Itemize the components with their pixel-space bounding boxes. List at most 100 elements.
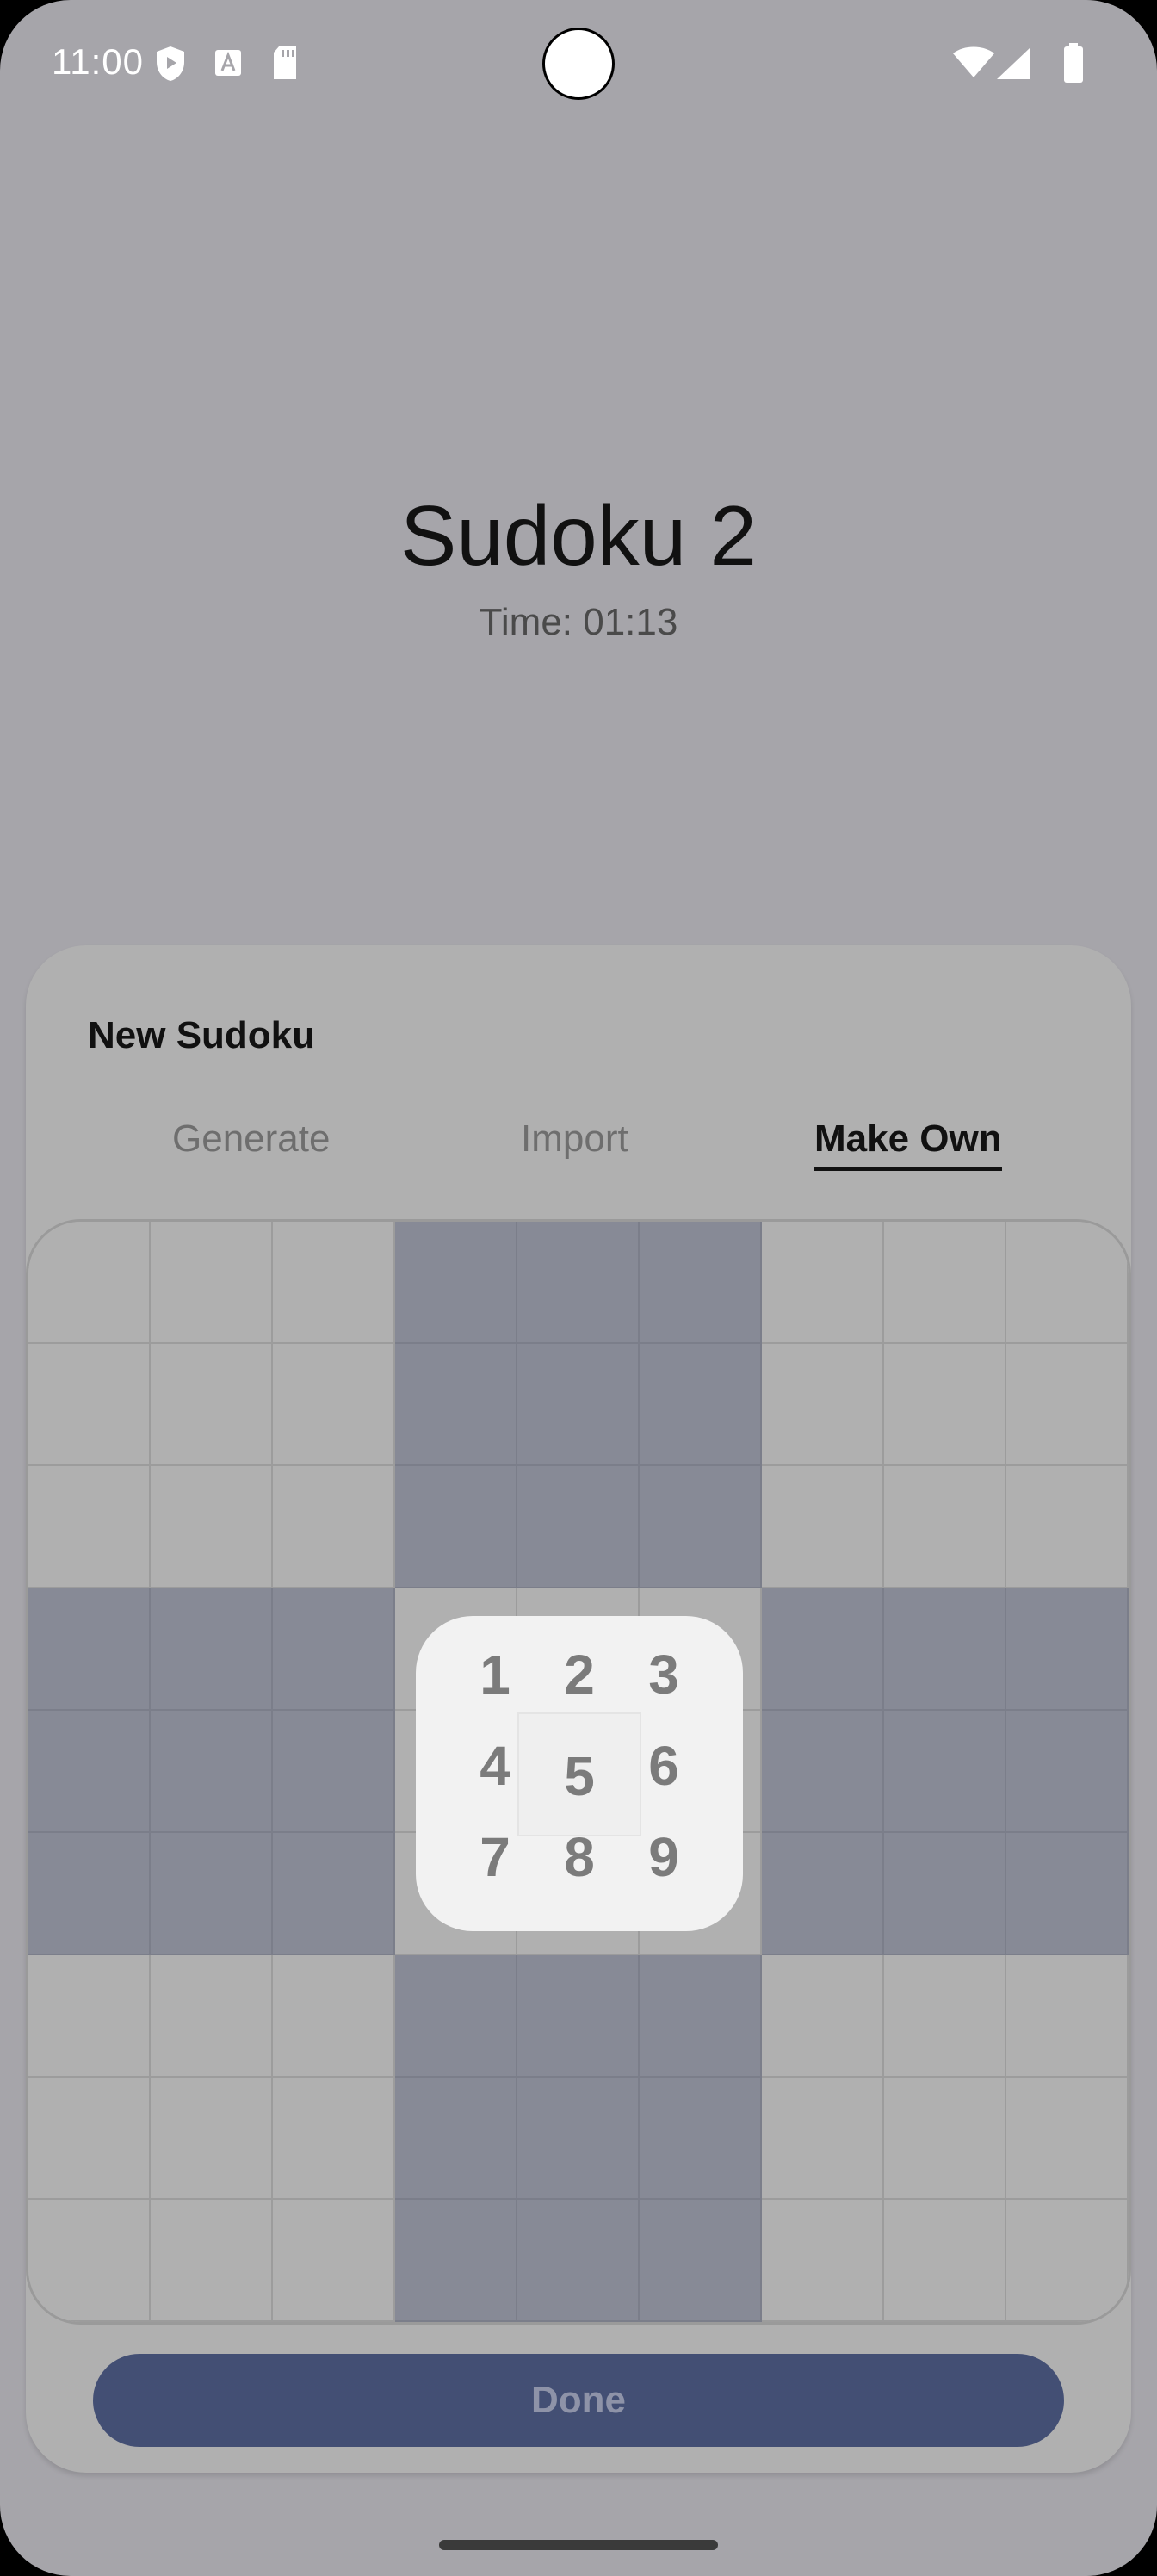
game-timer: Time: 01:13 xyxy=(479,601,678,643)
grid-cell[interactable] xyxy=(151,1222,273,1344)
grid-cell[interactable] xyxy=(151,1466,273,1588)
grid-cell[interactable] xyxy=(884,1222,1006,1344)
grid-cell[interactable] xyxy=(151,1711,273,1833)
grid-cell[interactable] xyxy=(1006,1711,1129,1833)
grid-cell[interactable] xyxy=(762,1222,884,1344)
grid-cell[interactable] xyxy=(884,1588,1006,1711)
grid-cell[interactable] xyxy=(28,1833,151,1955)
grid-cell[interactable] xyxy=(884,1833,1006,1955)
grid-cell[interactable] xyxy=(640,1344,762,1466)
grid-cell[interactable] xyxy=(762,2078,884,2200)
digit-9-button[interactable]: 9 xyxy=(621,1814,707,1900)
grid-cell[interactable] xyxy=(640,2078,762,2200)
grid-cell[interactable] xyxy=(151,2078,273,2200)
tab-label: Import xyxy=(521,1118,628,1160)
digit-3-button[interactable]: 3 xyxy=(621,1632,707,1718)
grid-cell[interactable] xyxy=(884,1711,1006,1833)
grid-cell[interactable] xyxy=(395,1955,517,2078)
grid-cell[interactable] xyxy=(517,1344,640,1466)
grid-cell[interactable] xyxy=(273,1711,395,1833)
grid-cell[interactable] xyxy=(395,1222,517,1344)
grid-cell[interactable] xyxy=(1006,1955,1129,2078)
grid-cell[interactable] xyxy=(1006,1344,1129,1466)
grid-cell[interactable] xyxy=(762,1344,884,1466)
tab-import[interactable]: Import xyxy=(521,1118,628,1161)
grid-cell[interactable] xyxy=(273,2078,395,2200)
grid-cell[interactable] xyxy=(517,2078,640,2200)
grid-cell[interactable] xyxy=(762,1588,884,1711)
grid-cell[interactable] xyxy=(640,1222,762,1344)
grid-cell[interactable] xyxy=(395,2200,517,2322)
grid-cell[interactable] xyxy=(1006,1833,1129,1955)
grid-cell[interactable] xyxy=(640,2200,762,2322)
grid-cell[interactable] xyxy=(151,1955,273,2078)
grid-cell[interactable] xyxy=(884,2078,1006,2200)
grid-cell[interactable] xyxy=(151,1833,273,1955)
grid-cell[interactable] xyxy=(151,1344,273,1466)
home-indicator[interactable] xyxy=(439,2540,718,2550)
grid-cell[interactable] xyxy=(395,2078,517,2200)
grid-cell[interactable] xyxy=(151,1588,273,1711)
grid-cell[interactable] xyxy=(762,1833,884,1955)
status-time: 11:00 xyxy=(52,41,144,82)
grid-cell[interactable] xyxy=(1006,1466,1129,1588)
tab-generate[interactable]: Generate xyxy=(172,1118,330,1161)
grid-cell[interactable] xyxy=(517,1222,640,1344)
wifi-icon xyxy=(952,46,995,84)
grid-cell[interactable] xyxy=(273,1344,395,1466)
grid-cell[interactable] xyxy=(273,1833,395,1955)
digit-8-button[interactable]: 8 xyxy=(536,1814,622,1900)
grid-cell[interactable] xyxy=(395,1344,517,1466)
grid-cell[interactable] xyxy=(28,1711,151,1833)
grid-cell[interactable] xyxy=(640,1466,762,1588)
grid-cell[interactable] xyxy=(1006,1588,1129,1711)
grid-cell[interactable] xyxy=(28,2200,151,2322)
grid-cell[interactable] xyxy=(273,1466,395,1588)
grid-cell[interactable] xyxy=(884,2200,1006,2322)
grid-cell[interactable] xyxy=(884,1466,1006,1588)
grid-cell[interactable] xyxy=(762,1711,884,1833)
tab-label: Make Own xyxy=(814,1118,1002,1160)
grid-cell[interactable] xyxy=(1006,2078,1129,2200)
grid-cell[interactable] xyxy=(517,2200,640,2322)
digit-2-button[interactable]: 2 xyxy=(536,1632,622,1718)
grid-cell[interactable] xyxy=(28,1955,151,2078)
grid-cell[interactable] xyxy=(28,1344,151,1466)
grid-cell[interactable] xyxy=(517,1466,640,1588)
grid-cell[interactable] xyxy=(28,1222,151,1344)
tab-make-own[interactable]: Make Own xyxy=(814,1118,1002,1171)
grid-cell[interactable] xyxy=(762,1955,884,2078)
grid-cell[interactable] xyxy=(640,1955,762,2078)
screen: 11:00 Sudoku 2 Time: 01:13 New Sudoku Ge… xyxy=(0,0,1157,2576)
number-picker: 1 2 3 4 5 6 7 8 9 xyxy=(416,1616,743,1931)
grid-cell[interactable] xyxy=(1006,2200,1129,2322)
grid-cell[interactable] xyxy=(1006,1222,1129,1344)
grid-cell[interactable] xyxy=(762,2200,884,2322)
grid-cell[interactable] xyxy=(28,2078,151,2200)
shield-play-icon xyxy=(153,45,188,87)
grid-cell[interactable] xyxy=(273,1588,395,1711)
digit-1-button[interactable]: 1 xyxy=(452,1632,538,1718)
grid-cell[interactable] xyxy=(28,1588,151,1711)
digit-7-button[interactable]: 7 xyxy=(452,1814,538,1900)
grid-cell[interactable] xyxy=(28,1466,151,1588)
grid-cell[interactable] xyxy=(884,1955,1006,2078)
grid-cell[interactable] xyxy=(395,1466,517,1588)
grid-cell[interactable] xyxy=(151,2200,273,2322)
sd-card-icon xyxy=(270,45,300,85)
digit-6-button[interactable]: 6 xyxy=(621,1723,707,1809)
page-title: Sudoku 2 xyxy=(399,488,758,583)
grid-cell[interactable] xyxy=(273,2200,395,2322)
grid-cell[interactable] xyxy=(273,1222,395,1344)
tab-label: Generate xyxy=(172,1118,331,1160)
grid-cell[interactable] xyxy=(517,1955,640,2078)
grid-cell[interactable] xyxy=(762,1466,884,1588)
cell-signal-icon xyxy=(995,46,1031,85)
active-tab-indicator xyxy=(814,1167,1002,1171)
a-font-icon xyxy=(213,48,243,82)
front-camera xyxy=(542,28,615,100)
done-button[interactable]: Done xyxy=(93,2354,1064,2447)
sheet-title: New Sudoku xyxy=(88,1014,316,1056)
grid-cell[interactable] xyxy=(884,1344,1006,1466)
grid-cell[interactable] xyxy=(273,1955,395,2078)
